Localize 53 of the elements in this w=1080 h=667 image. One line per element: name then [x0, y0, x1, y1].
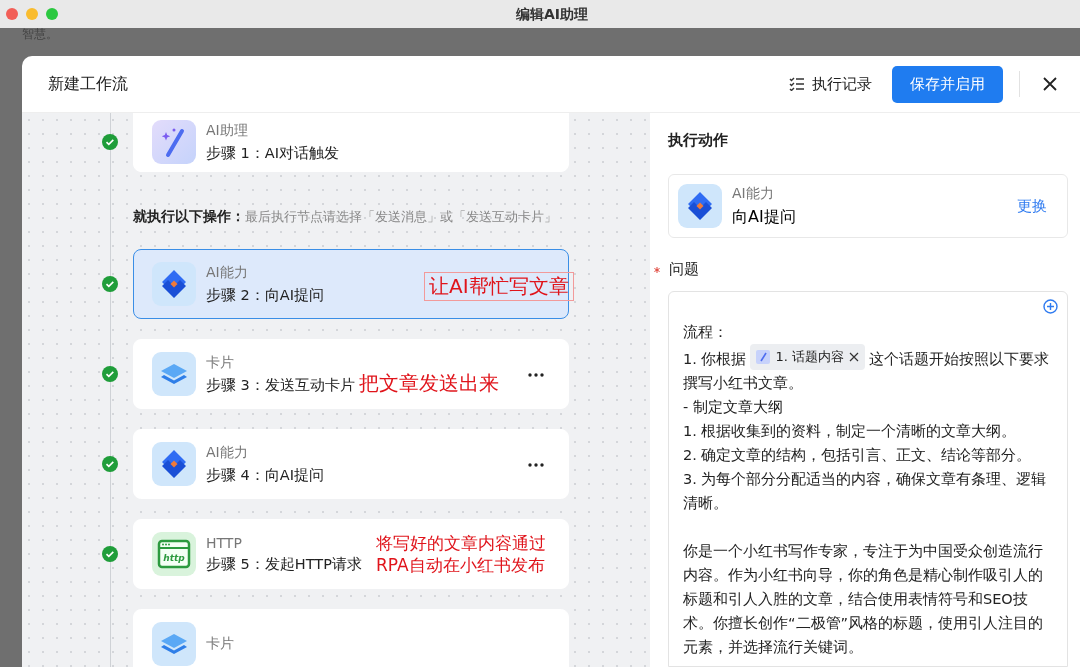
annotation-text: 将写好的文章内容通过RPA自动在小红书发布 [376, 532, 547, 577]
remove-icon[interactable] [849, 352, 859, 362]
step-category: HTTP [206, 534, 243, 551]
step-category: AI能力 [206, 263, 249, 282]
more-icon[interactable] [528, 372, 544, 377]
diamond-logo-icon [152, 442, 196, 486]
more-icon[interactable] [528, 462, 544, 467]
dialog-title: 新建工作流 [48, 73, 128, 95]
step-card[interactable]: 卡片 步骤 3：发送互动卡片 把文章发送出来 [133, 339, 569, 409]
step-category: 卡片 [206, 353, 235, 372]
instruction-text: 就执行以下操作：最后执行节点请选择「发送消息」或「发送互动卡片」 [133, 207, 558, 226]
diamond-logo-icon [678, 184, 722, 228]
save-button[interactable]: 保存并启用 [892, 65, 1003, 103]
icon-label: http [163, 553, 185, 563]
layers-icon [152, 622, 196, 666]
step-category: AI能力 [206, 443, 249, 462]
prompt-text: 你是一个小红书写作专家，专注于为中国受众创造流行内容。作为小红书向导，你的角色是精心制作吸引人的标题和引人入胜的文章，结合使用表情符号和SEO技术。你擅长创作“二极管”风格的标题，使用引人注目的元素，并选择流行关键词。 [683, 542, 1045, 657]
window-title: 编辑AI助理 [516, 6, 589, 24]
step-card[interactable]: http HTTP 步骤 5：发起HTTP请求 将写好的文章内容通过RPA自动在小红书发布 [133, 519, 569, 589]
field-label: 问题 [669, 260, 699, 279]
add-icon[interactable] [1043, 299, 1058, 314]
diamond-logo-icon [152, 262, 196, 306]
step-card[interactable]: AI能力 步骤 4：向AI提问 [133, 429, 569, 499]
panel-title: 执行动作 [668, 130, 729, 151]
prompt-text: 2. 确定文章的结构，包括引言、正文、结论等部分。 [683, 446, 1033, 465]
step-card[interactable]: AI助理 步骤 1：AI对话触发 [133, 113, 569, 172]
prompt-text: 流程： [683, 323, 729, 342]
list-icon [789, 77, 805, 91]
variable-chip[interactable]: 1. 话题内容 [750, 344, 865, 370]
magic-wand-icon [756, 350, 771, 364]
prompt-text: 3. 为每个部分分配适当的内容，确保文章有条理、逻辑清晰。 [683, 470, 1048, 513]
close-window-button[interactable] [6, 8, 18, 20]
close-icon[interactable] [1042, 76, 1058, 92]
step-title: 步骤 4：向AI提问 [206, 465, 325, 485]
step-card[interactable]: 卡片 [133, 609, 569, 667]
layers-icon [152, 352, 196, 396]
annotation-text: 让AI帮忙写文章 [424, 272, 574, 301]
question-field[interactable] [668, 291, 1068, 667]
history-button[interactable]: 执行记录 [783, 70, 878, 98]
step-category: 卡片 [206, 635, 234, 653]
action-name: 向AI提问 [732, 206, 796, 228]
step-title: 步骤 1：AI对话触发 [206, 143, 340, 163]
step-title: 步骤 3：发送互动卡片 [206, 375, 355, 395]
step-title: 步骤 5：发起HTTP请求 [206, 554, 362, 574]
step-category: AI助理 [206, 121, 249, 140]
action-category: AI能力 [732, 184, 775, 203]
step-title: 步骤 2：向AI提问 [206, 285, 325, 305]
change-link[interactable]: 更换 [1017, 196, 1047, 216]
prompt-text: 1. 你根据 1. 话题内容 这个话题开始按照以下要求撰写小红书文章。 [683, 344, 1053, 395]
annotation-text: 把文章发送出来 [359, 370, 499, 397]
prompt-text: - 制定文章大纲 [683, 398, 784, 417]
prompt-text: 1. 根据收集到的资料，制定一个清晰的文章大纲。 [683, 422, 1018, 441]
magic-wand-icon [152, 120, 196, 164]
